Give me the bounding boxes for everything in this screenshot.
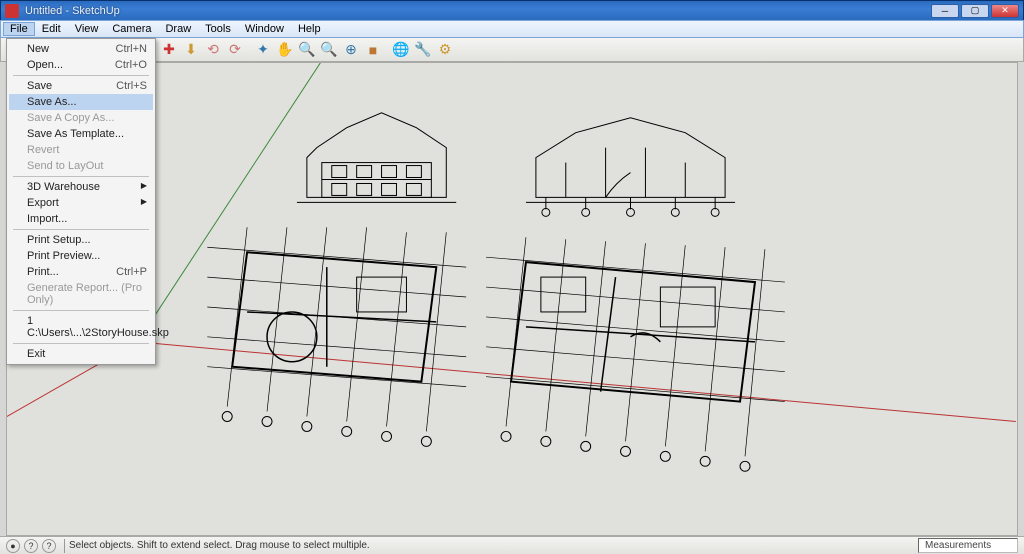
file-menu-item: Generate Report... (Pro Only): [9, 280, 153, 308]
file-menu-item: Save A Copy As...: [9, 110, 153, 126]
zoom-icon[interactable]: 🔍: [297, 40, 317, 60]
file-menu-item[interactable]: Print...Ctrl+P: [9, 264, 153, 280]
status-icon[interactable]: ?: [24, 539, 38, 553]
file-menu-item[interactable]: Export▶: [9, 195, 153, 211]
menu-edit[interactable]: Edit: [35, 22, 68, 36]
file-menu-item[interactable]: Print Setup...: [9, 232, 153, 248]
file-menu-item[interactable]: Save As Template...: [9, 126, 153, 142]
measurements-box[interactable]: Measurements: [918, 538, 1018, 553]
app-icon: [5, 4, 19, 18]
file-menu-item[interactable]: 1 C:\Users\...\2StoryHouse.skp: [9, 313, 153, 341]
status-icon[interactable]: ?: [42, 539, 56, 553]
iso-icon[interactable]: ■: [363, 40, 383, 60]
elevation-drawing: [297, 113, 456, 203]
statusbar: ● ? ? Select objects. Shift to extend se…: [0, 536, 1024, 554]
file-menu-item[interactable]: NewCtrl+N: [9, 41, 153, 57]
undo-icon[interactable]: ⟲: [203, 40, 223, 60]
menu-camera[interactable]: Camera: [105, 22, 158, 36]
menu-file[interactable]: File: [3, 22, 35, 36]
menu-tools[interactable]: Tools: [198, 22, 238, 36]
file-menu-item[interactable]: Open...Ctrl+O: [9, 57, 153, 73]
window-title: Untitled - SketchUp: [25, 5, 120, 17]
section-drawing: [526, 118, 735, 217]
measurements-label: Measurements: [925, 540, 991, 551]
redo-icon[interactable]: ⟳: [225, 40, 245, 60]
orbit-icon[interactable]: ✦: [253, 40, 273, 60]
warehouse-icon[interactable]: 🌐: [391, 40, 411, 60]
file-menu-item: Send to LayOut: [9, 158, 153, 174]
file-menu-item[interactable]: Save As...: [9, 94, 153, 110]
menu-help[interactable]: Help: [291, 22, 328, 36]
file-menu-item[interactable]: Print Preview...: [9, 248, 153, 264]
tool-icon[interactable]: ⚙: [435, 40, 455, 60]
status-hint: Select objects. Shift to extend select. …: [69, 540, 370, 551]
close-button[interactable]: ✕: [991, 4, 1019, 18]
status-icon[interactable]: ●: [6, 539, 20, 553]
tool-icon[interactable]: ✚: [159, 40, 179, 60]
window-controls: ─ ▢ ✕: [931, 4, 1019, 18]
file-menu-item[interactable]: Exit: [9, 346, 153, 362]
menubar: File Edit View Camera Draw Tools Window …: [0, 20, 1024, 38]
menu-window[interactable]: Window: [238, 22, 291, 36]
tool-icon[interactable]: 🔧: [413, 40, 433, 60]
viewport[interactable]: [6, 62, 1018, 536]
zoom-window-icon[interactable]: ⊕: [341, 40, 361, 60]
file-menu-item[interactable]: SaveCtrl+S: [9, 78, 153, 94]
zoom-extents-icon[interactable]: 🔍: [319, 40, 339, 60]
file-menu-dropdown: NewCtrl+NOpen...Ctrl+O SaveCtrl+SSave As.…: [6, 38, 156, 365]
titlebar: Untitled - SketchUp ─ ▢ ✕: [0, 0, 1024, 20]
file-menu-item[interactable]: 3D Warehouse▶: [9, 179, 153, 195]
file-menu-item: Revert: [9, 142, 153, 158]
pan-icon[interactable]: ✋: [275, 40, 295, 60]
floor-plan-1: [207, 227, 466, 446]
tool-icon[interactable]: ⬇: [181, 40, 201, 60]
menu-view[interactable]: View: [68, 22, 106, 36]
file-menu-item[interactable]: Import...: [9, 211, 153, 227]
minimize-button[interactable]: ─: [931, 4, 959, 18]
maximize-button[interactable]: ▢: [961, 4, 989, 18]
menu-draw[interactable]: Draw: [158, 22, 198, 36]
floor-plan-2: [486, 237, 785, 471]
